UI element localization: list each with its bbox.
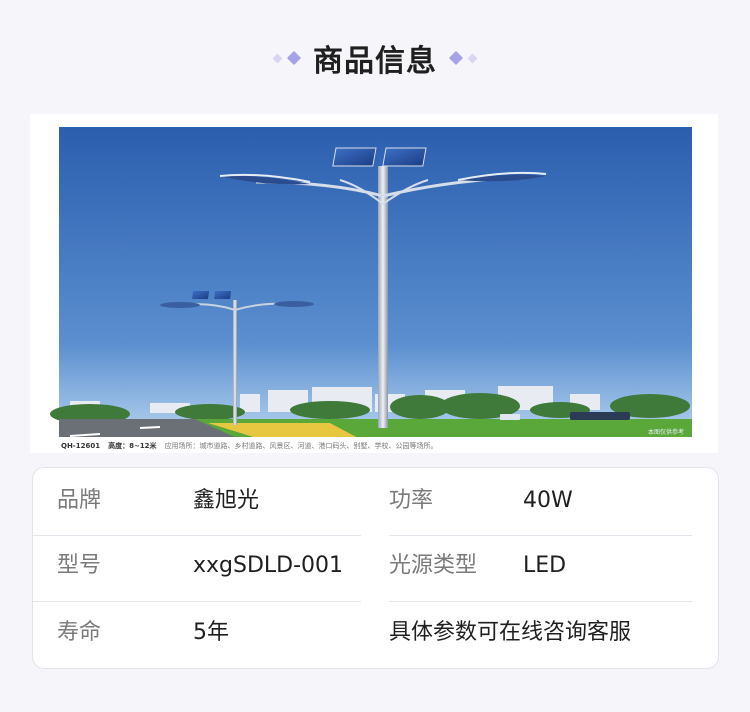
spec-label-light-source: 光源类型 xyxy=(389,553,478,578)
spec-note-consult: 具体参数可在线咨询客服 xyxy=(389,620,632,645)
spec-card: 品牌 鑫旭光 功率 40W 型号 xxgSDLD-001 光源类型 LED 寿命… xyxy=(32,467,719,669)
car xyxy=(500,414,520,420)
spec-value-light-source: LED xyxy=(523,553,567,578)
spec-label-brand: 品牌 xyxy=(57,488,102,513)
image-caption: QH-12601 高度：8~12米 应用场所：城市道路、乡村道路、风景区、河道、… xyxy=(61,439,711,453)
caption-height: 高度：8~12米 xyxy=(108,442,157,450)
spec-value-model: xxgSDLD-001 xyxy=(193,553,344,578)
row-divider xyxy=(33,601,361,602)
spec-label-lifespan: 寿命 xyxy=(57,620,102,645)
diamond-icon xyxy=(286,50,302,66)
caption-code: QH-12601 xyxy=(61,442,101,450)
street-light-photo xyxy=(50,127,692,453)
product-info-page: 商品信息 QH-12601 高度：8~12米 应用场所：城市道路、乡村道路、风景… xyxy=(0,0,750,712)
section-header: 商品信息 xyxy=(0,30,750,86)
diamond-icon xyxy=(467,53,478,63)
diamond-icon xyxy=(272,53,283,63)
spec-label-model: 型号 xyxy=(57,553,102,578)
row-divider xyxy=(389,601,692,602)
spec-value-lifespan: 5年 xyxy=(193,620,229,645)
car xyxy=(570,412,630,420)
spec-value-brand: 鑫旭光 xyxy=(193,488,260,513)
caption-disclaimer: 本图仅供参考 xyxy=(648,429,685,436)
spec-value-power: 40W xyxy=(523,488,573,513)
row-divider xyxy=(389,535,692,536)
row-divider xyxy=(33,535,361,536)
caption-usage: 应用场所：城市道路、乡村道路、风景区、河道、港口码头、别墅、学校、公园等场所。 xyxy=(164,442,438,450)
diamond-icon xyxy=(448,50,464,66)
left-diamond-decoration xyxy=(272,50,302,66)
product-image: QH-12601 高度：8~12米 应用场所：城市道路、乡村道路、风景区、河道、… xyxy=(30,114,718,453)
spec-label-power: 功率 xyxy=(389,488,434,513)
sky xyxy=(59,127,692,437)
right-diamond-decoration xyxy=(448,50,478,66)
section-title: 商品信息 xyxy=(313,44,437,79)
